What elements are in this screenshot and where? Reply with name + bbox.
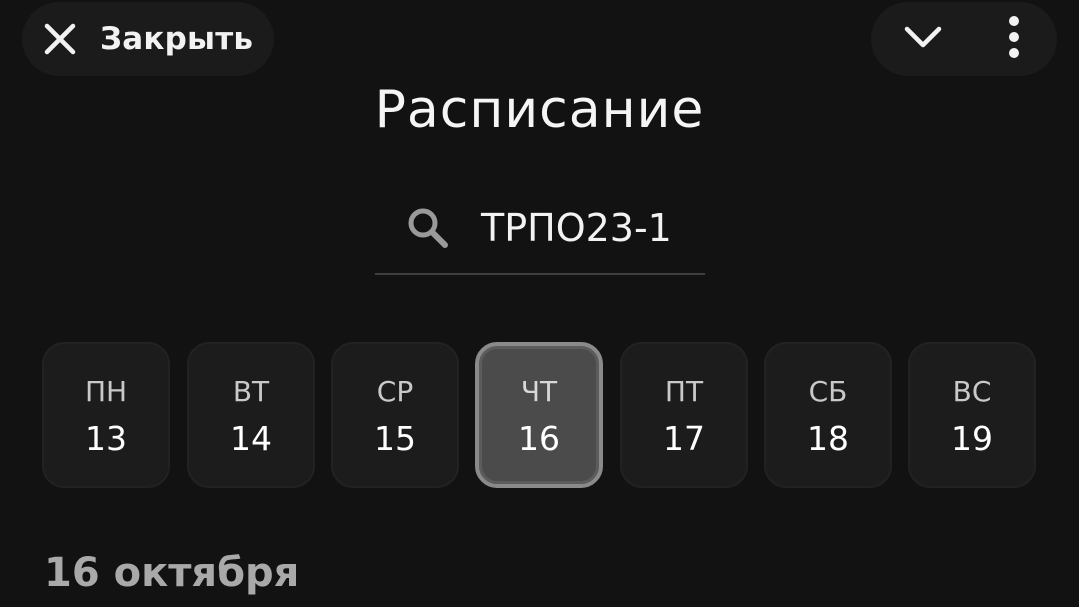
close-icon — [42, 21, 78, 57]
chevron-down-icon — [903, 24, 943, 54]
header-actions — [871, 2, 1057, 76]
day-sunday[interactable]: ВС 19 — [908, 342, 1036, 488]
day-tuesday[interactable]: ВТ 14 — [187, 342, 315, 488]
schedule-screen: Закрыть Расписание ТРПО23-1 ПН 13 ВТ 14 … — [0, 0, 1079, 607]
day-date-number: 14 — [230, 419, 272, 458]
day-date-number: 15 — [374, 419, 416, 458]
selected-date-heading: 16 октября — [44, 550, 300, 596]
day-of-week-label: ПТ — [664, 375, 704, 408]
day-date-number: 13 — [85, 419, 127, 458]
day-of-week-label: СБ — [808, 375, 848, 408]
group-search-field[interactable]: ТРПО23-1 — [375, 195, 705, 275]
week-day-selector: ПН 13 ВТ 14 СР 15 ЧТ 16 ПТ 17 СБ 18 ВС 1… — [42, 342, 1037, 488]
day-of-week-label: ПН — [84, 375, 128, 408]
day-wednesday[interactable]: СР 15 — [331, 342, 459, 488]
day-date-number: 18 — [807, 419, 849, 458]
day-friday[interactable]: ПТ 17 — [620, 342, 748, 488]
day-date-number: 17 — [663, 419, 705, 458]
day-date-number: 16 — [518, 419, 560, 458]
day-of-week-label: ЧТ — [520, 375, 558, 408]
day-monday[interactable]: ПН 13 — [42, 342, 170, 488]
search-input-value[interactable]: ТРПО23-1 — [481, 203, 672, 253]
dropdown-button[interactable] — [895, 16, 951, 62]
day-saturday[interactable]: СБ 18 — [764, 342, 892, 488]
search-icon — [405, 205, 451, 251]
day-thursday-selected[interactable]: ЧТ 16 — [475, 342, 603, 488]
day-of-week-label: СР — [376, 375, 414, 408]
close-button[interactable]: Закрыть — [22, 2, 274, 76]
page-title: Расписание — [374, 80, 705, 140]
close-label: Закрыть — [100, 21, 254, 57]
more-options-button[interactable] — [989, 12, 1039, 66]
day-of-week-label: ВС — [952, 375, 992, 408]
more-vertical-icon — [1007, 15, 1021, 63]
day-date-number: 19 — [951, 419, 993, 458]
day-of-week-label: ВТ — [232, 375, 270, 408]
